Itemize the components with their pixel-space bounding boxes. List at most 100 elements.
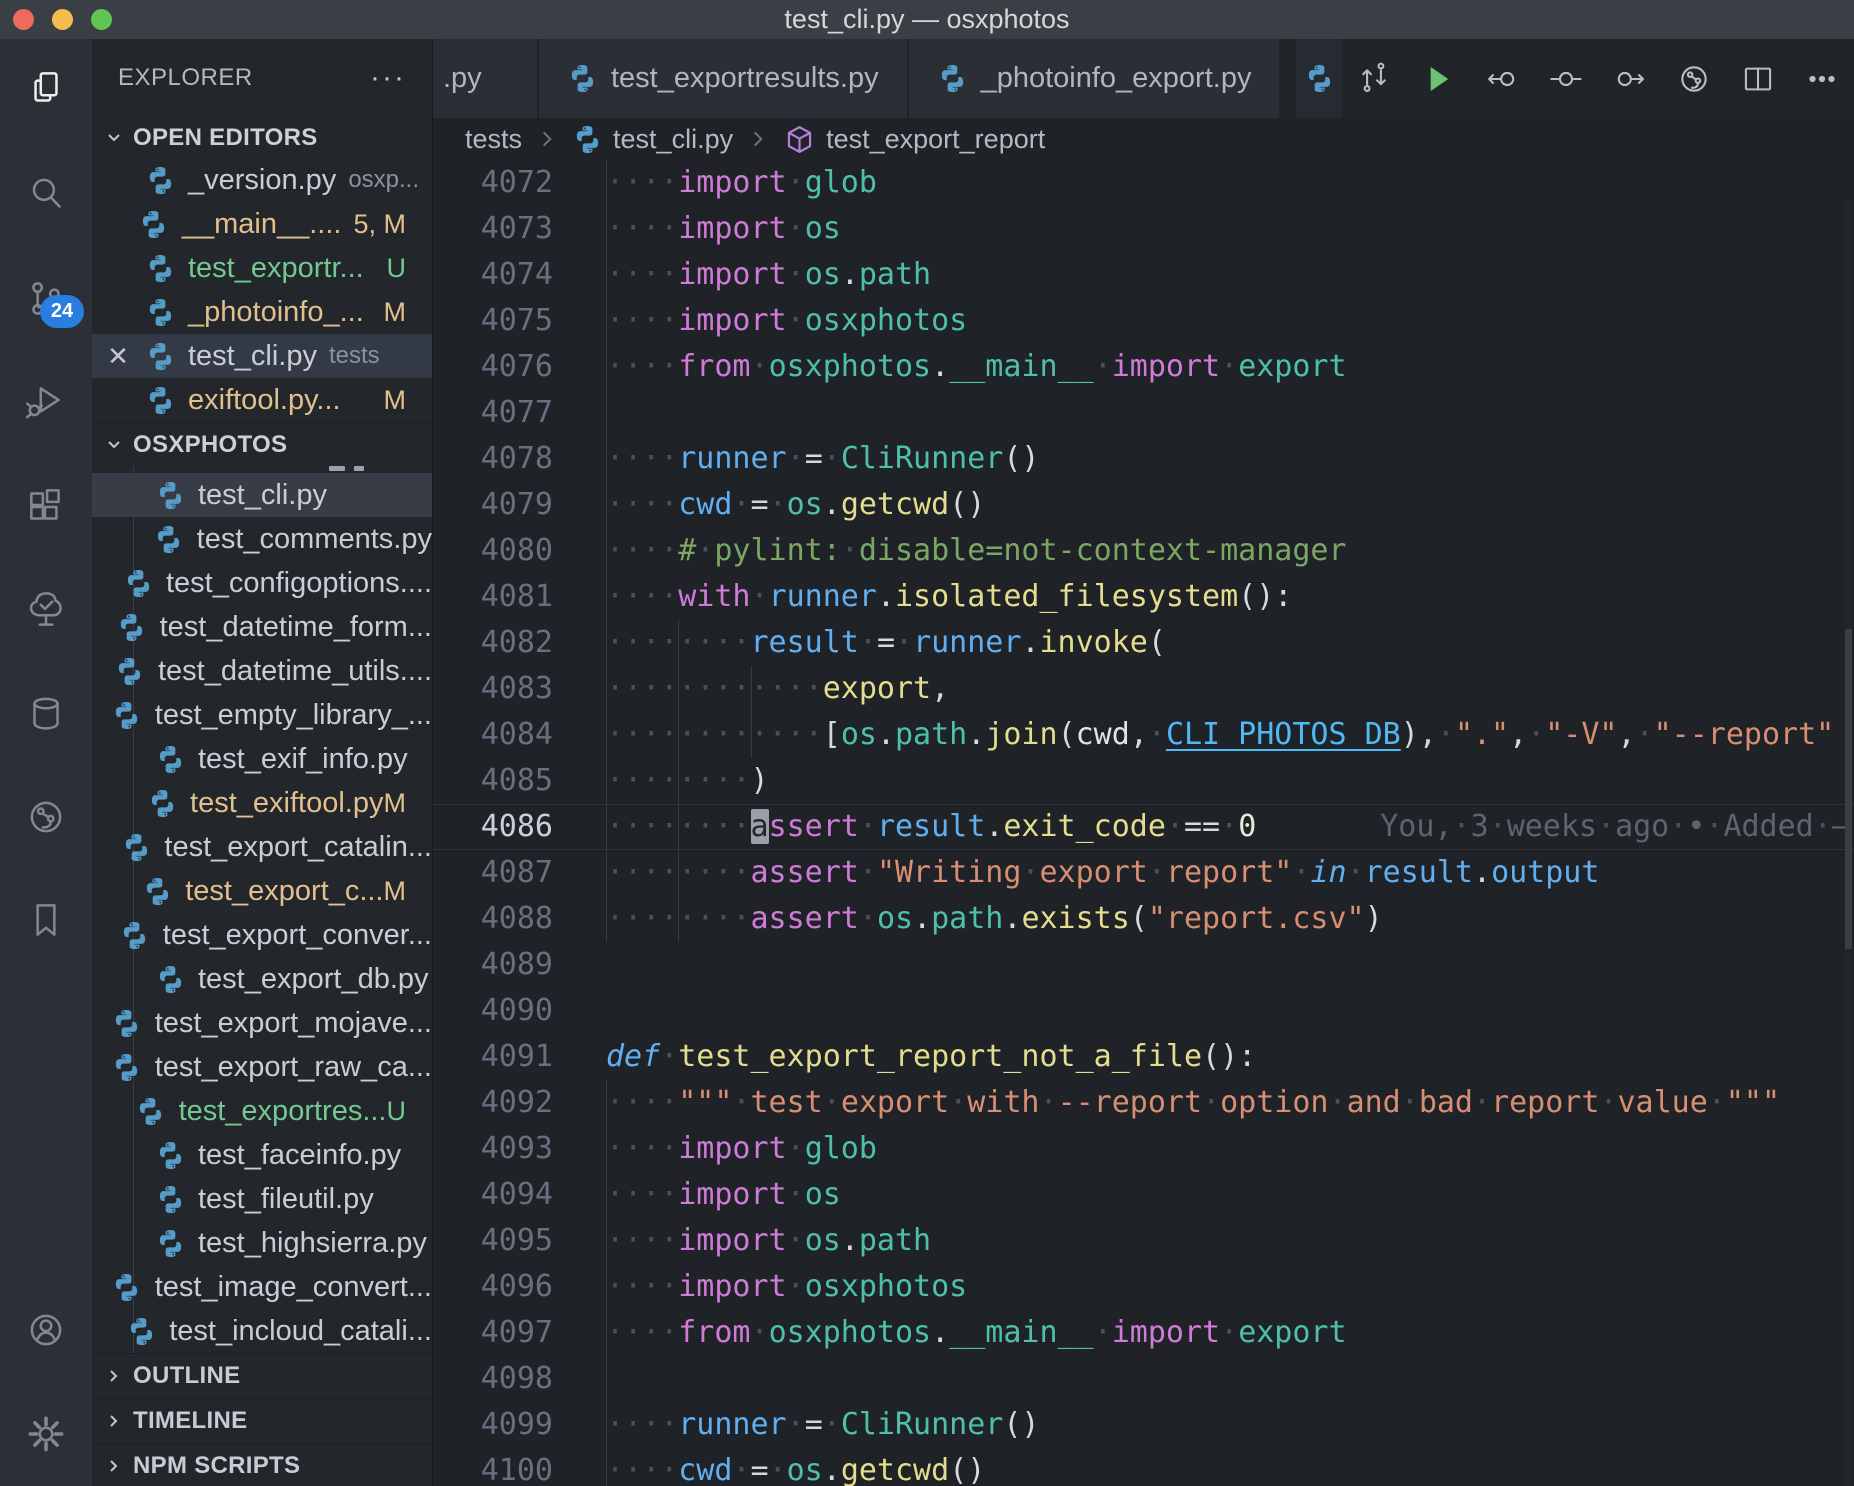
code-line-4099[interactable]: 4099····runner·=·CliRunner()	[433, 1402, 1854, 1448]
section-timeline[interactable]: TIMELINE	[92, 1398, 432, 1443]
code-line-4076[interactable]: 4076····from·osxphotos.__main__·import·e…	[433, 344, 1854, 390]
compare-changes-icon[interactable]	[1342, 39, 1406, 118]
code-editor[interactable]: 4072····import·glob4073····import·os4074…	[433, 160, 1854, 1486]
tree-item-test_export_conver[interactable]: test_export_conver...	[92, 913, 432, 957]
tab-py[interactable]: .py	[433, 39, 537, 118]
tree-item-test_exiftool.py[interactable]: test_exiftool.pyM	[92, 781, 432, 825]
activity-bar-bookmark-icon[interactable]	[0, 890, 92, 952]
git-blame-annotation: You,·3·weeks·ago·•·Added·–	[1380, 809, 1850, 844]
activity-bar-extensions-icon[interactable]	[0, 475, 92, 537]
code-line-4077[interactable]: 4077	[433, 390, 1854, 436]
open-editor-item[interactable]: _photoinfo_...M	[92, 290, 432, 334]
breadcrumb-item[interactable]: test_export_report	[783, 123, 1045, 156]
code-line-4074[interactable]: 4074····import·os.path	[433, 252, 1854, 298]
tree-item-test_highsierra.py[interactable]: test_highsierra.py	[92, 1221, 432, 1265]
close-icon[interactable]: ✕	[92, 341, 144, 372]
section-npm-scripts[interactable]: NPM SCRIPTS	[92, 1443, 432, 1486]
code-line-4092[interactable]: 4092····"""·test·export·with·--report·op…	[433, 1080, 1854, 1126]
code-line-4079[interactable]: 4079····cwd·=·os.getcwd()	[433, 482, 1854, 528]
line-number: 4073	[433, 206, 553, 252]
previous-change-icon[interactable]	[1470, 39, 1534, 118]
editor-scrollbar[interactable]	[1845, 199, 1852, 1486]
activity-bar-test-tree-icon[interactable]	[0, 578, 92, 640]
open-editor-item[interactable]: test_exportr...U	[92, 246, 432, 290]
tree-item-test_exportres[interactable]: test_exportres...U	[92, 1089, 432, 1133]
code-line-4090[interactable]: 4090	[433, 988, 1854, 1034]
breadcrumb-item[interactable]: tests	[465, 124, 522, 155]
code-line-4075[interactable]: 4075····import·osxphotos	[433, 298, 1854, 344]
minimize-window-button[interactable]	[52, 9, 73, 30]
run-icon[interactable]	[1406, 39, 1470, 118]
code-line-4078[interactable]: 4078····runner·=·CliRunner()	[433, 436, 1854, 482]
tree-item-test_export_catalin[interactable]: test_export_catalin...	[92, 825, 432, 869]
breadcrumb[interactable]: tests test_cli.py test_export_report	[433, 118, 1854, 160]
code-line-4094[interactable]: 4094····import·os	[433, 1172, 1854, 1218]
tree-item-test_empty_library_[interactable]: test_empty_library_...	[92, 693, 432, 737]
code-line-4081[interactable]: 4081····with·runner.isolated_filesystem(…	[433, 574, 1854, 620]
activity-bar-files-icon[interactable]	[0, 58, 92, 120]
git-status-badge: M	[384, 876, 407, 907]
tree-item-test_datetime_utils[interactable]: test_datetime_utils....	[92, 649, 432, 693]
activity-bar-search-icon[interactable]	[0, 162, 92, 224]
code-line-4087[interactable]: 4087········assert·"Writing·export·repor…	[433, 850, 1854, 896]
tab-_photoinfo_export.py[interactable]: _photoinfo_export.py	[909, 39, 1280, 118]
change-icon[interactable]	[1534, 39, 1598, 118]
split-editor-icon[interactable]	[1726, 39, 1790, 118]
activity-bar-run-debug-icon[interactable]	[0, 371, 92, 433]
code-line-4085[interactable]: 4085········)	[433, 758, 1854, 804]
open-editor-item[interactable]: __main__....5, M	[92, 202, 432, 246]
tree-item-test_configoptions[interactable]: test_configoptions....	[92, 561, 432, 605]
code-line-4098[interactable]: 4098	[433, 1356, 1854, 1402]
tree-item-test_export_db.py[interactable]: test_export_db.py	[92, 957, 432, 1001]
project-section-header[interactable]: OSXPHOTOS	[92, 422, 432, 466]
open-editors-section-header[interactable]: OPEN EDITORS	[92, 117, 432, 158]
zoom-window-button[interactable]	[91, 9, 112, 30]
tab-test_exportresults.py[interactable]: test_exportresults.py	[539, 39, 907, 118]
activity-bar-settings-gear-icon[interactable]	[0, 1403, 92, 1465]
tree-item-test_comments.py[interactable]: test_comments.py	[92, 517, 432, 561]
file-name: test_export_raw_ca...	[155, 1051, 432, 1084]
code-line-4093[interactable]: 4093····import·glob	[433, 1126, 1854, 1172]
tree-item-test_datetime_form[interactable]: test_datetime_form...	[92, 605, 432, 649]
breadcrumb-item[interactable]: test_cli.py	[572, 124, 733, 155]
code-line-4095[interactable]: 4095····import·os.path	[433, 1218, 1854, 1264]
tree-item-test_export_c[interactable]: test_export_c...M	[92, 869, 432, 913]
code-line-4100[interactable]: 4100····cwd·=·os.getcwd()	[433, 1448, 1854, 1486]
tree-item-test_export_mojave[interactable]: test_export_mojave...	[92, 1001, 432, 1045]
activity-bar-source-control-icon[interactable]: 24	[0, 268, 92, 330]
code-line-4086[interactable]: 4086········assert·result.exit_code·==·0…	[433, 804, 1854, 850]
more-actions-icon[interactable]	[1790, 39, 1854, 118]
open-editor-item[interactable]: exiftool.py...M	[92, 378, 432, 422]
gitlens-graph-icon[interactable]	[1662, 39, 1726, 118]
tree-item-test_faceinfo.py[interactable]: test_faceinfo.py	[92, 1133, 432, 1177]
scrollbar-thumb[interactable]	[1845, 629, 1852, 949]
code-line-4088[interactable]: 4088········assert·os.path.exists("repor…	[433, 896, 1854, 942]
activity-bar-gitlens-icon[interactable]	[0, 786, 92, 848]
code-line-4080[interactable]: 4080····#·pylint:·disable=not-context-ma…	[433, 528, 1854, 574]
code-line-4082[interactable]: 4082········result·=·runner.invoke(	[433, 620, 1854, 666]
active-file-python-icon[interactable]	[1296, 39, 1342, 118]
code-line-4089[interactable]: 4089	[433, 942, 1854, 988]
tree-item-test_image_convert[interactable]: test_image_convert...	[92, 1265, 432, 1309]
code-line-4097[interactable]: 4097····from·osxphotos.__main__·import·e…	[433, 1310, 1854, 1356]
code-line-4083[interactable]: 4083············export,	[433, 666, 1854, 712]
code-line-4073[interactable]: 4073····import·os	[433, 206, 1854, 252]
activity-bar-database-icon[interactable]	[0, 683, 92, 745]
code-line-4072[interactable]: 4072····import·glob	[433, 160, 1854, 206]
tree-item-test_exif_info.py[interactable]: test_exif_info.py	[92, 737, 432, 781]
open-editor-item[interactable]: ✕test_cli.pytests	[92, 334, 432, 378]
code-line-4084[interactable]: 4084············[os.path.join(cwd,·CLI_P…	[433, 712, 1854, 758]
file-name: test_exif_info.py	[198, 743, 408, 776]
code-line-4091[interactable]: 4091def·test_export_report_not_a_file():	[433, 1034, 1854, 1080]
activity-bar-account-icon[interactable]	[0, 1299, 92, 1361]
section-outline[interactable]: OUTLINE	[92, 1353, 432, 1398]
tree-item-test_fileutil.py[interactable]: test_fileutil.py	[92, 1177, 432, 1221]
tree-item-test_cli.py[interactable]: test_cli.py	[92, 473, 432, 517]
more-actions-icon[interactable]: ···	[370, 73, 406, 83]
tree-item-test_incloud_catali[interactable]: test_incloud_catali...	[92, 1309, 432, 1353]
close-window-button[interactable]	[13, 9, 34, 30]
next-change-icon[interactable]	[1598, 39, 1662, 118]
open-editor-item[interactable]: _version.pyosxp...	[92, 158, 432, 202]
code-line-4096[interactable]: 4096····import·osxphotos	[433, 1264, 1854, 1310]
tree-item-test_export_raw_ca[interactable]: test_export_raw_ca...	[92, 1045, 432, 1089]
